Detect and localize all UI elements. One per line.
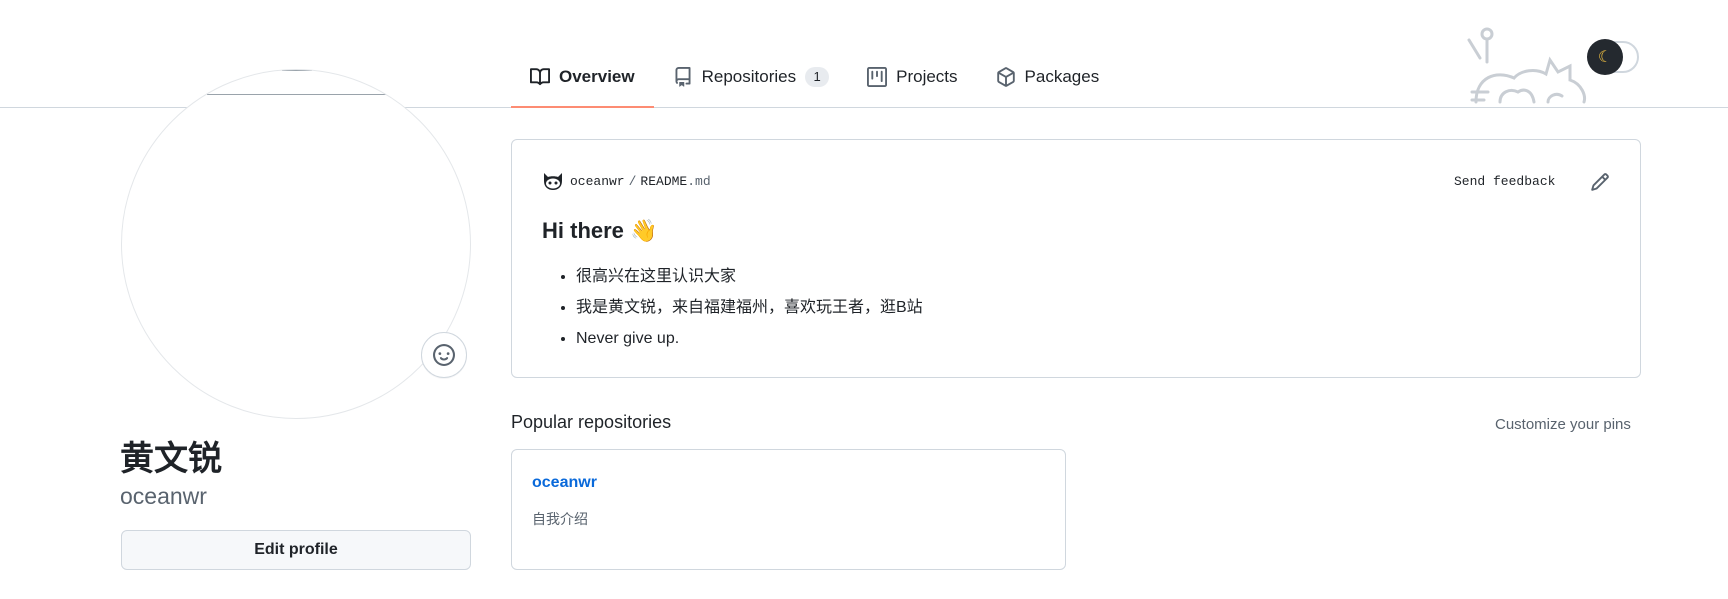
repo-name-link[interactable]: oceanwr	[532, 474, 597, 492]
customize-pins-link[interactable]: Customize your pins	[1495, 416, 1631, 433]
repo-description: 自我介绍	[532, 511, 588, 527]
repositories-count-badge: 1	[805, 67, 830, 87]
tab-packages[interactable]: Packages	[977, 60, 1119, 94]
repo-icon	[675, 67, 691, 87]
moon-icon[interactable]: ☾	[1587, 39, 1623, 75]
project-icon	[867, 67, 888, 87]
readme-file-link[interactable]: README.md	[640, 174, 710, 189]
avatar[interactable]	[121, 69, 471, 419]
path-separator: /	[628, 173, 637, 189]
octocat-illustration-icon	[1467, 27, 1586, 104]
pinned-repo-card: oceanwr 自我介绍	[511, 449, 1066, 570]
readme-path: oceanwr / README.md	[542, 171, 711, 191]
readme-file-base: README	[640, 173, 688, 189]
octocat-icon	[544, 173, 562, 190]
tab-projects-label: Projects	[896, 67, 958, 86]
readme-heading: Hi there 👋	[542, 218, 658, 243]
pencil-icon[interactable]	[1590, 172, 1610, 192]
profile-full-name: 黄文锐	[120, 440, 222, 478]
avatar-image-fragment	[207, 94, 387, 95]
tab-repositories[interactable]: Repositories 1	[654, 60, 849, 94]
package-icon	[996, 67, 1015, 87]
tab-packages-label: Packages	[1024, 67, 1100, 86]
profile-readme-card: oceanwr / README.md Send feedback Hi the…	[511, 139, 1641, 378]
tab-repositories-label: Repositories	[701, 67, 797, 86]
list-item: 很高兴在这里认识大家	[576, 261, 923, 292]
profile-username: oceanwr	[120, 483, 207, 509]
list-item: Never give up.	[576, 323, 923, 354]
readme-bullet-list: 很高兴在这里认识大家 我是黄文锐，来自福建福州，喜欢玩王者，逛B站 Never …	[542, 261, 923, 354]
tab-projects[interactable]: Projects	[848, 60, 976, 94]
tab-list: Overview Repositories 1 Projects Package…	[511, 60, 1118, 108]
tab-overview-label: Overview	[559, 67, 635, 86]
smiley-icon	[433, 344, 455, 366]
popular-repositories-heading: Popular repositories	[511, 412, 672, 432]
list-item: 我是黄文锐，来自福建福州，喜欢玩王者，逛B站	[576, 292, 923, 323]
tab-overview[interactable]: Overview	[511, 60, 654, 108]
set-status-button[interactable]	[421, 332, 467, 378]
readme-file-ext: .md	[687, 173, 711, 189]
edit-profile-button[interactable]: Edit profile	[121, 530, 471, 570]
book-icon	[530, 68, 550, 86]
send-feedback-link[interactable]: Send feedback	[1454, 174, 1555, 189]
readme-owner-link[interactable]: oceanwr	[570, 174, 625, 189]
avatar-image-fragment	[282, 70, 312, 71]
